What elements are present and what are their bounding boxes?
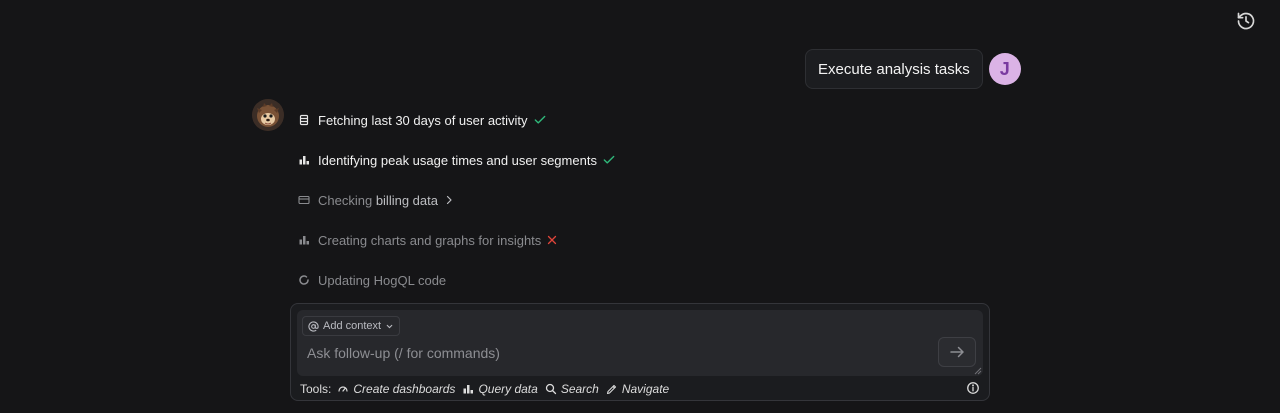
loading-icon (297, 273, 311, 287)
arrow-right-icon (950, 346, 964, 358)
bar-chart-icon (297, 153, 311, 167)
tool-create-dashboards[interactable]: Create dashboards (337, 382, 455, 396)
search-icon (545, 383, 556, 395)
tool-navigate[interactable]: Navigate (606, 382, 669, 396)
prompt-input[interactable] (307, 345, 907, 361)
hedgehog-avatar-icon (252, 99, 284, 131)
step-checking-billing[interactable]: Checking billing data (297, 180, 616, 220)
dashboard-icon (338, 386, 348, 392)
history-button[interactable] (1234, 9, 1258, 33)
tool-label: Query data (478, 382, 538, 396)
step-label: Identifying peak usage times and user se… (318, 152, 597, 168)
step-label: Updating HogQL code (318, 272, 447, 288)
user-avatar: J (988, 53, 1021, 85)
message-composer: Add context Tools: Create dashboards Que… (290, 303, 990, 401)
tool-label: Search (560, 382, 599, 396)
navigate-icon (606, 384, 616, 395)
tool-label: Create dashboards (353, 382, 456, 396)
chevron-right-icon (443, 194, 455, 206)
bar-chart-icon (463, 385, 474, 394)
add-context-button[interactable]: Add context (302, 316, 401, 336)
step-label-prefix: Checking (318, 192, 376, 208)
step-label: Creating charts and graphs for insights (318, 232, 542, 248)
tool-query-data[interactable]: Query data (462, 382, 538, 396)
tool-label: Navigate (621, 382, 670, 396)
chevron-down-icon (386, 324, 393, 328)
send-button[interactable] (938, 337, 976, 367)
tools-label: Tools: (300, 382, 332, 396)
analysis-steps: Fetching last 30 days of user activity I… (297, 100, 616, 300)
step-label-highlight: billing data (375, 192, 438, 208)
assistant-avatar (252, 99, 284, 131)
step-fetching-activity: Fetching last 30 days of user activity (297, 100, 616, 140)
history-icon (1237, 12, 1255, 30)
tools-row: Tools: Create dashboards Query data Sear… (300, 381, 676, 397)
error-x-icon (546, 234, 558, 246)
user-message-bubble: Execute analysis tasks (805, 49, 983, 89)
step-label: Fetching last 30 days of user activity (318, 112, 528, 128)
resize-handle-icon[interactable] (974, 367, 982, 375)
bar-chart-icon (297, 233, 311, 247)
step-creating-charts: Creating charts and graphs for insights (297, 220, 616, 260)
tool-search[interactable]: Search (545, 382, 599, 396)
step-updating-hogql: Updating HogQL code (297, 260, 616, 300)
billing-icon (297, 193, 311, 207)
at-sign-icon (308, 320, 319, 332)
user-message: Execute analysis tasks J (805, 49, 1021, 89)
step-identifying-peak-usage: Identifying peak usage times and user se… (297, 140, 616, 180)
check-icon (602, 153, 616, 167)
database-icon (297, 113, 311, 127)
info-icon[interactable] (966, 381, 980, 395)
add-context-label: Add context (323, 320, 382, 332)
check-icon (533, 113, 547, 127)
input-area: Add context (297, 310, 983, 376)
